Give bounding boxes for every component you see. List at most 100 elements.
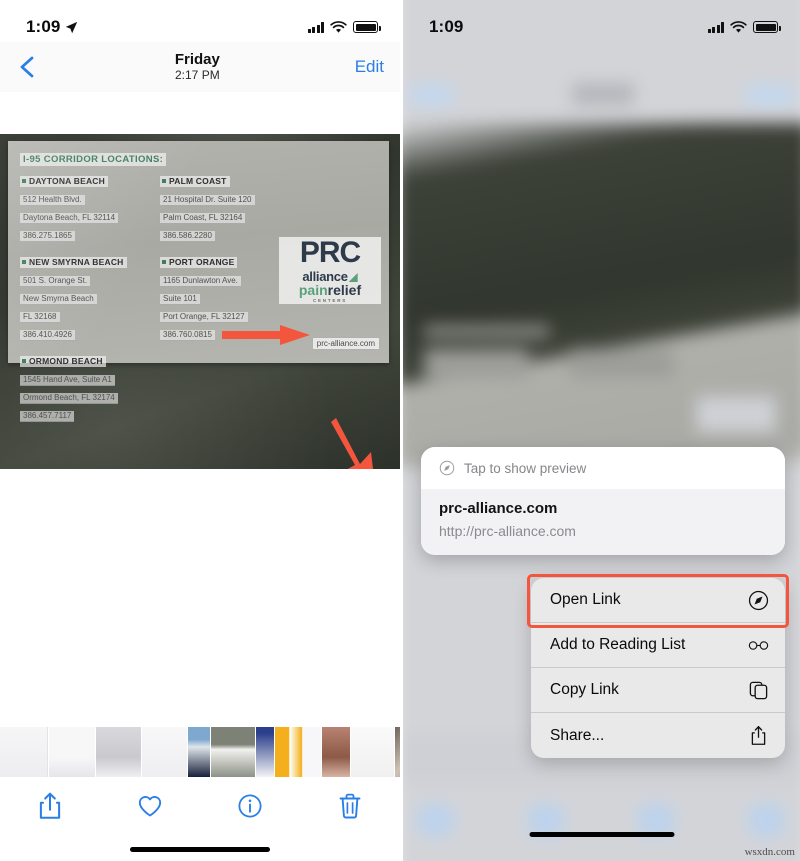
watermark: wsxdn.com [744, 846, 795, 858]
battery-icon [353, 21, 381, 33]
link-preview-sheet[interactable]: Tap to show preview prc-alliance.com htt… [421, 447, 785, 555]
card-column-left: DAYTONA BEACH 512 Health Blvd. Daytona B… [20, 171, 188, 432]
location-block: DAYTONA BEACH 512 Health Blvd. Daytona B… [20, 171, 188, 243]
location-line: 386.275.1865 [20, 230, 75, 242]
menu-item-open-link[interactable]: Open Link [531, 578, 785, 623]
battery-icon [753, 21, 781, 33]
status-bar-time-group: 1:09 [429, 17, 463, 37]
photo-time: 2:17 PM [175, 68, 220, 83]
status-time: 1:09 [26, 17, 61, 36]
location-name: ORMOND BEACH [20, 355, 106, 367]
photo-viewer[interactable]: I-95 CORRIDOR LOCATIONS: DAYTONA BEACH 5… [0, 134, 400, 469]
status-bar-time-group: 1:09 [26, 17, 78, 37]
link-details: prc-alliance.com http://prc-alliance.com [421, 489, 785, 555]
thumbnail-item[interactable] [142, 727, 187, 777]
blurred-back-button [409, 84, 454, 106]
prc-wordmark: PRC [299, 236, 361, 269]
wifi-icon [730, 20, 747, 33]
chevron-left-icon[interactable] [16, 55, 40, 79]
location-line: 1545 Hand Ave, Suite A1 [20, 374, 115, 386]
detected-link-text[interactable]: prc-alliance.com [311, 337, 380, 350]
menu-item-label: Add to Reading List [550, 636, 686, 653]
location-line: 501 S. Orange St. [20, 275, 91, 287]
location-line: Palm Coast, FL 32164 [160, 212, 246, 224]
location-block: ORMOND BEACH 1545 Hand Ave, Suite A1 Orm… [20, 351, 188, 423]
info-circle-icon[interactable] [237, 791, 263, 821]
thumbnail-item[interactable] [351, 727, 394, 777]
status-bar-indicators [707, 20, 781, 34]
prc-flag-icon [348, 273, 358, 282]
thumbnail-item[interactable] [0, 727, 48, 777]
thumbnail-item[interactable] [322, 727, 350, 777]
status-bar-indicators [307, 20, 381, 34]
prc-alliance-text: alliance [281, 270, 379, 284]
status-bar-right: 1:09 [403, 0, 800, 42]
share-icon[interactable] [37, 791, 63, 821]
safari-compass-icon [748, 590, 769, 610]
location-line: 512 Health Blvd. [20, 194, 85, 206]
photo-day: Friday [174, 50, 220, 68]
menu-item-label: Open Link [550, 591, 621, 608]
link-url: http://prc-alliance.com [439, 523, 576, 539]
nav-bar-left: Friday 2:17 PM Edit [0, 42, 400, 92]
location-line: Daytona Beach, FL 32114 [20, 212, 119, 224]
status-bar-left: 1:09 [0, 0, 400, 42]
menu-item-copy-link[interactable]: Copy Link [531, 668, 785, 713]
business-card-image: I-95 CORRIDOR LOCATIONS: DAYTONA BEACH 5… [8, 141, 389, 422]
blurred-share-button [417, 804, 454, 836]
location-name: NEW SMYRNA BEACH [20, 256, 127, 268]
tap-to-preview-label: Tap to show preview [464, 460, 587, 476]
card-heading: I-95 CORRIDOR LOCATIONS: [20, 153, 167, 166]
copy-icon [749, 681, 768, 699]
location-line: Ormond Beach, FL 32174 [20, 392, 118, 404]
thumbnail-item[interactable] [96, 727, 141, 777]
right-phone-screen: 1:09 Tap to show preview prc-alliance.co… [400, 0, 800, 861]
thumbnail-item[interactable] [211, 727, 255, 777]
link-context-menu[interactable]: Open Link Add to Reading List Copy Link [531, 578, 785, 758]
nav-spacer [0, 92, 400, 134]
share-icon [751, 726, 766, 745]
thumbnail-item[interactable] [188, 727, 210, 777]
signal-bars-icon [707, 21, 724, 33]
glasses-icon [748, 640, 769, 650]
location-line: New Smyrna Beach [20, 293, 97, 305]
heart-icon[interactable] [137, 791, 163, 821]
menu-item-add-to-reading-list[interactable]: Add to Reading List [531, 623, 785, 668]
prc-painrelief-text: painrelief [281, 283, 379, 297]
photo-action-toolbar [0, 782, 400, 830]
prc-logo-box: PRC alliance painrelief CENTERS [279, 237, 381, 304]
prc-logo: PRC alliance painrelief CENTERS [279, 237, 381, 304]
thumbnail-item[interactable] [275, 727, 321, 777]
blurred-card-heading [424, 325, 549, 337]
tap-to-preview-row[interactable]: Tap to show preview [421, 447, 785, 489]
thumbnail-item[interactable] [256, 727, 274, 777]
location-block: NEW SMYRNA BEACH 501 S. Orange St. New S… [20, 252, 188, 342]
thumbnail-item[interactable] [49, 727, 95, 777]
home-indicator[interactable] [529, 832, 674, 837]
home-indicator[interactable] [130, 847, 270, 852]
location-line: Port Orange, FL 32127 [160, 311, 248, 323]
location-line: 386.457.7117 [20, 410, 75, 422]
red-arrow-right-icon [222, 325, 310, 345]
link-domain: prc-alliance.com [439, 500, 558, 517]
left-phone-screen: 1:09 Friday 2:17 PM Edit I-95 CORRIDOR L… [0, 0, 400, 861]
menu-item-share[interactable]: Share... [531, 713, 785, 758]
blurred-title [571, 82, 635, 106]
blurred-card-logo [696, 396, 776, 433]
edit-button[interactable]: Edit [355, 57, 384, 77]
trash-icon[interactable] [337, 791, 363, 821]
blurred-info-button [638, 804, 674, 836]
menu-item-label: Copy Link [550, 681, 619, 698]
location-name: PORT ORANGE [160, 256, 238, 268]
location-line: 21 Hospital Dr. Suite 120 [160, 194, 255, 206]
red-arrow-down-icon [331, 418, 373, 469]
status-time: 1:09 [429, 17, 464, 36]
blurred-delete-button [748, 804, 785, 836]
location-arrow-icon [66, 21, 78, 33]
blurred-card-text [424, 348, 529, 378]
location-line: Suite 101 [160, 293, 200, 305]
prc-pain-label: pain [298, 281, 328, 298]
wifi-icon [330, 20, 347, 33]
photo-thumbnail-strip[interactable] [0, 727, 400, 777]
location-line: 386.760.0815 [160, 329, 215, 341]
